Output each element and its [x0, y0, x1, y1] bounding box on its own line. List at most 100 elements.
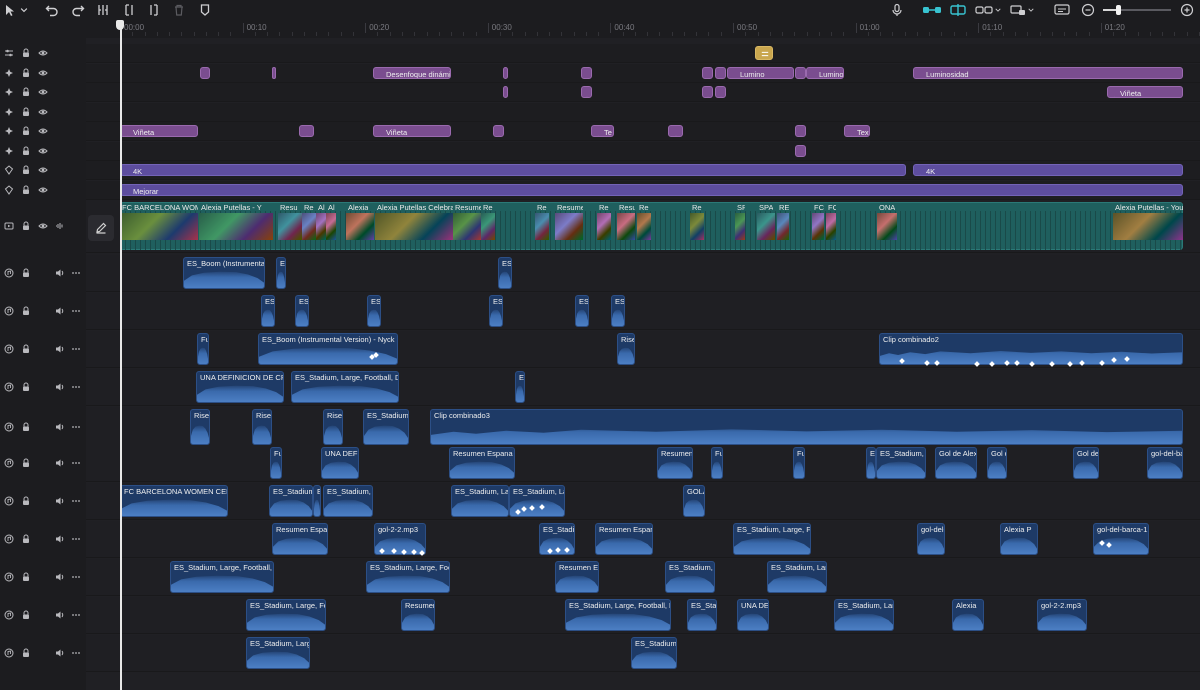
microphone-icon[interactable] [890, 2, 904, 18]
enhance-clip[interactable]: 4K [120, 164, 906, 176]
audio-clip[interactable]: ES_Boom (Instrumental V [183, 257, 265, 289]
audio-clip[interactable]: ES_Stadiu [687, 599, 717, 631]
effect-clip[interactable]: Desenfoque dinámi [373, 66, 451, 79]
audio-clip[interactable]: ES_I [367, 295, 381, 327]
fx-track[interactable] [86, 44, 1200, 63]
audio-clip[interactable]: ES_B [498, 257, 512, 289]
link-icon[interactable] [922, 2, 942, 18]
zoom-slider[interactable] [1103, 5, 1171, 15]
redo-icon[interactable] [71, 2, 85, 18]
undo-icon[interactable] [45, 2, 59, 18]
fx-track[interactable] [86, 83, 1200, 102]
effect-clip[interactable] [503, 86, 508, 98]
audio-clip[interactable]: UNA DEFINICION DE CRAC [196, 371, 284, 403]
audio-clip[interactable]: Riser [252, 409, 272, 445]
audio-track[interactable] [86, 445, 1200, 482]
lock-icon[interactable] [21, 68, 31, 78]
audio-clip[interactable]: gol-del- [917, 523, 945, 555]
more-icon[interactable] [71, 268, 81, 278]
volume-icon[interactable] [55, 306, 65, 316]
audio-clip[interactable]: ES_Stadium, La [323, 485, 373, 517]
more-icon[interactable] [71, 496, 81, 506]
timeline-tracks[interactable]: Desenfoque dinámi Lumino Lumino Luminosidad… [86, 38, 1200, 690]
lock-icon[interactable] [21, 344, 31, 354]
volume-icon[interactable] [55, 382, 65, 392]
audio-clip[interactable]: ES_Boom (Instrumental Version) - Nyck Ca… [258, 333, 398, 365]
more-icon[interactable] [71, 344, 81, 354]
audio-clip[interactable]: ES_I [295, 295, 309, 327]
lock-icon[interactable] [21, 165, 31, 175]
audio-clip[interactable]: ES_Stadium, Large, Foot [246, 599, 326, 631]
fx-track[interactable] [86, 141, 1200, 161]
effect-clip[interactable]: Lumino [806, 66, 844, 79]
audio-clip[interactable]: ES_Stadium, Lar [451, 485, 509, 517]
effect-clip[interactable] [795, 144, 806, 157]
audio-clip[interactable]: UNA DEFIN [321, 447, 359, 479]
audio-clip[interactable]: Clip combinado3 [430, 409, 1183, 445]
adjustment-clip[interactable] [755, 46, 773, 60]
audio-clip[interactable]: Fuv [197, 333, 209, 365]
lock-icon[interactable] [21, 185, 31, 195]
eye-icon[interactable] [38, 107, 48, 117]
lock-icon[interactable] [21, 458, 31, 468]
lock-icon[interactable] [21, 496, 31, 506]
lock-icon[interactable] [21, 306, 31, 316]
audio-clip[interactable]: ES [515, 371, 525, 403]
audio-clip[interactable]: ES_Stadium, [269, 485, 313, 517]
zoom-out-icon[interactable] [1081, 2, 1095, 18]
enhance-clip[interactable]: 4K [913, 164, 1183, 176]
volume-icon[interactable] [55, 610, 65, 620]
volume-icon[interactable] [55, 268, 65, 278]
delete-icon[interactable] [172, 2, 186, 18]
enhance-clip[interactable]: Mejorar [120, 183, 1183, 196]
audio-clip[interactable]: gol-2-2.mp3 [1037, 599, 1087, 631]
effect-clip[interactable] [715, 66, 726, 79]
audio-track[interactable] [86, 293, 1200, 330]
audio-clip[interactable]: ES_Stadium, Large, [246, 637, 310, 669]
lock-icon[interactable] [21, 382, 31, 392]
edit-cover-button[interactable] [88, 215, 114, 241]
audio-clip[interactable]: ES_I [261, 295, 275, 327]
split-icon[interactable] [96, 2, 110, 18]
volume-icon[interactable] [55, 572, 65, 582]
audio-track[interactable] [86, 483, 1200, 520]
zoom-slider-knob[interactable] [1115, 5, 1121, 15]
chevron-down-icon[interactable] [994, 2, 1002, 18]
more-icon[interactable] [71, 306, 81, 316]
eye-icon[interactable] [38, 87, 48, 97]
chevron-down-icon[interactable] [1027, 2, 1035, 18]
lock-icon[interactable] [21, 572, 31, 582]
effect-clip[interactable] [503, 66, 508, 79]
effect-clip[interactable] [795, 66, 806, 79]
audio-clip[interactable]: Riser [323, 409, 343, 445]
lock-icon[interactable] [21, 534, 31, 544]
audio-clip[interactable]: ES_Stadium, L [631, 637, 677, 669]
effect-clip[interactable] [581, 66, 592, 79]
audio-clip[interactable]: Riser [617, 333, 635, 365]
volume-icon[interactable] [55, 344, 65, 354]
preview-icon[interactable] [1010, 2, 1026, 18]
playhead-handle[interactable] [116, 20, 124, 30]
more-icon[interactable] [71, 422, 81, 432]
effect-clip[interactable]: Viñeta [373, 125, 451, 137]
audio-clip[interactable]: Alexia [952, 599, 984, 631]
volume-icon[interactable] [55, 648, 65, 658]
audio-clip[interactable]: Resumen E [657, 447, 693, 479]
audio-clip[interactable]: ES_Stadium, L [363, 409, 409, 445]
split-left-icon[interactable] [122, 2, 136, 18]
eye-icon[interactable] [38, 68, 48, 78]
audio-clip[interactable]: Resumen Espana [272, 523, 328, 555]
audio-clip[interactable]: ES_I [489, 295, 503, 327]
audio-clip[interactable]: Resumen Espana - [449, 447, 515, 479]
audio-clip[interactable]: Gol d [987, 447, 1007, 479]
audio-clip[interactable]: Fuv [711, 447, 723, 479]
effect-clip[interactable] [200, 66, 210, 79]
audio-clip[interactable]: Gol de [1073, 447, 1099, 479]
volume-icon[interactable] [55, 422, 65, 432]
eye-icon[interactable] [38, 221, 48, 231]
audio-clip[interactable]: Gol de Alexia [935, 447, 977, 479]
volume-icon[interactable] [55, 458, 65, 468]
audio-clip[interactable]: Resumen [401, 599, 435, 631]
lock-icon[interactable] [21, 87, 31, 97]
audio-clip[interactable]: UNA DEFI [737, 599, 769, 631]
